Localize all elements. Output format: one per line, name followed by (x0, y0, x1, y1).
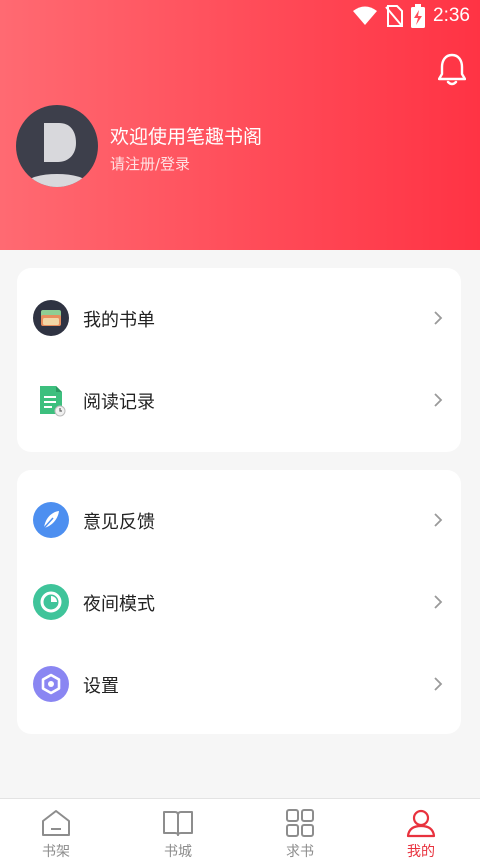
menu-item-night-mode[interactable]: 夜间模式 (17, 562, 461, 642)
notification-bell-icon[interactable] (438, 52, 466, 86)
menu-item-settings[interactable]: 设置 (17, 644, 461, 724)
avatar[interactable] (16, 105, 98, 187)
profile-header: 2:36 欢迎使用笔趣书阁 请注册/登录 (0, 0, 480, 250)
settings-icon (33, 666, 69, 702)
reading-record-icon (40, 386, 66, 417)
tab-label: 求书 (286, 844, 314, 860)
wifi-icon (353, 6, 378, 25)
tab-label: 书城 (164, 844, 192, 860)
tab-bookstore[interactable]: 书城 (118, 799, 238, 862)
book-list-icon (33, 300, 69, 336)
status-bar: 2:36 (0, 0, 480, 32)
menu-item-reading-record[interactable]: 阅读记录 (17, 360, 461, 440)
menu-item-book-list[interactable]: 我的书单 (17, 278, 461, 358)
bottom-tab-bar: 书架 书城 求书 我的 (0, 798, 480, 862)
request-book-icon (286, 809, 314, 837)
menu-item-label: 意见反馈 (83, 512, 155, 533)
no-sim-icon (385, 5, 404, 27)
bookshelf-icon (42, 810, 70, 836)
profile-icon (406, 809, 436, 838)
menu-item-label: 夜间模式 (83, 594, 155, 615)
menu-item-feedback[interactable]: 意见反馈 (17, 480, 461, 560)
menu-card-2: 意见反馈 夜间模式 设置 (17, 470, 461, 734)
status-time: 2:36 (433, 5, 470, 26)
battery-charging-icon (411, 4, 426, 28)
menu-item-label: 阅读记录 (83, 392, 155, 413)
tab-request-book[interactable]: 求书 (240, 799, 360, 862)
tab-profile[interactable]: 我的 (361, 799, 480, 862)
default-user-icon (27, 123, 87, 187)
tab-label: 书架 (42, 844, 70, 860)
chevron-right-icon (434, 393, 443, 407)
tab-label: 我的 (407, 844, 435, 860)
chevron-right-icon (434, 677, 443, 691)
register-login-link[interactable]: 请注册/登录 (110, 153, 190, 174)
bookstore-icon (163, 811, 193, 836)
chevron-right-icon (434, 595, 443, 609)
night-mode-icon (33, 584, 69, 620)
tab-bookshelf[interactable]: 书架 (0, 799, 116, 862)
welcome-title: 欢迎使用笔趣书阁 (110, 126, 263, 148)
chevron-right-icon (434, 311, 443, 325)
feedback-icon (33, 502, 69, 538)
chevron-right-icon (434, 513, 443, 527)
menu-item-label: 设置 (83, 676, 119, 697)
menu-item-label: 我的书单 (83, 310, 155, 331)
menu-card-1: 我的书单 阅读记录 (17, 268, 461, 452)
